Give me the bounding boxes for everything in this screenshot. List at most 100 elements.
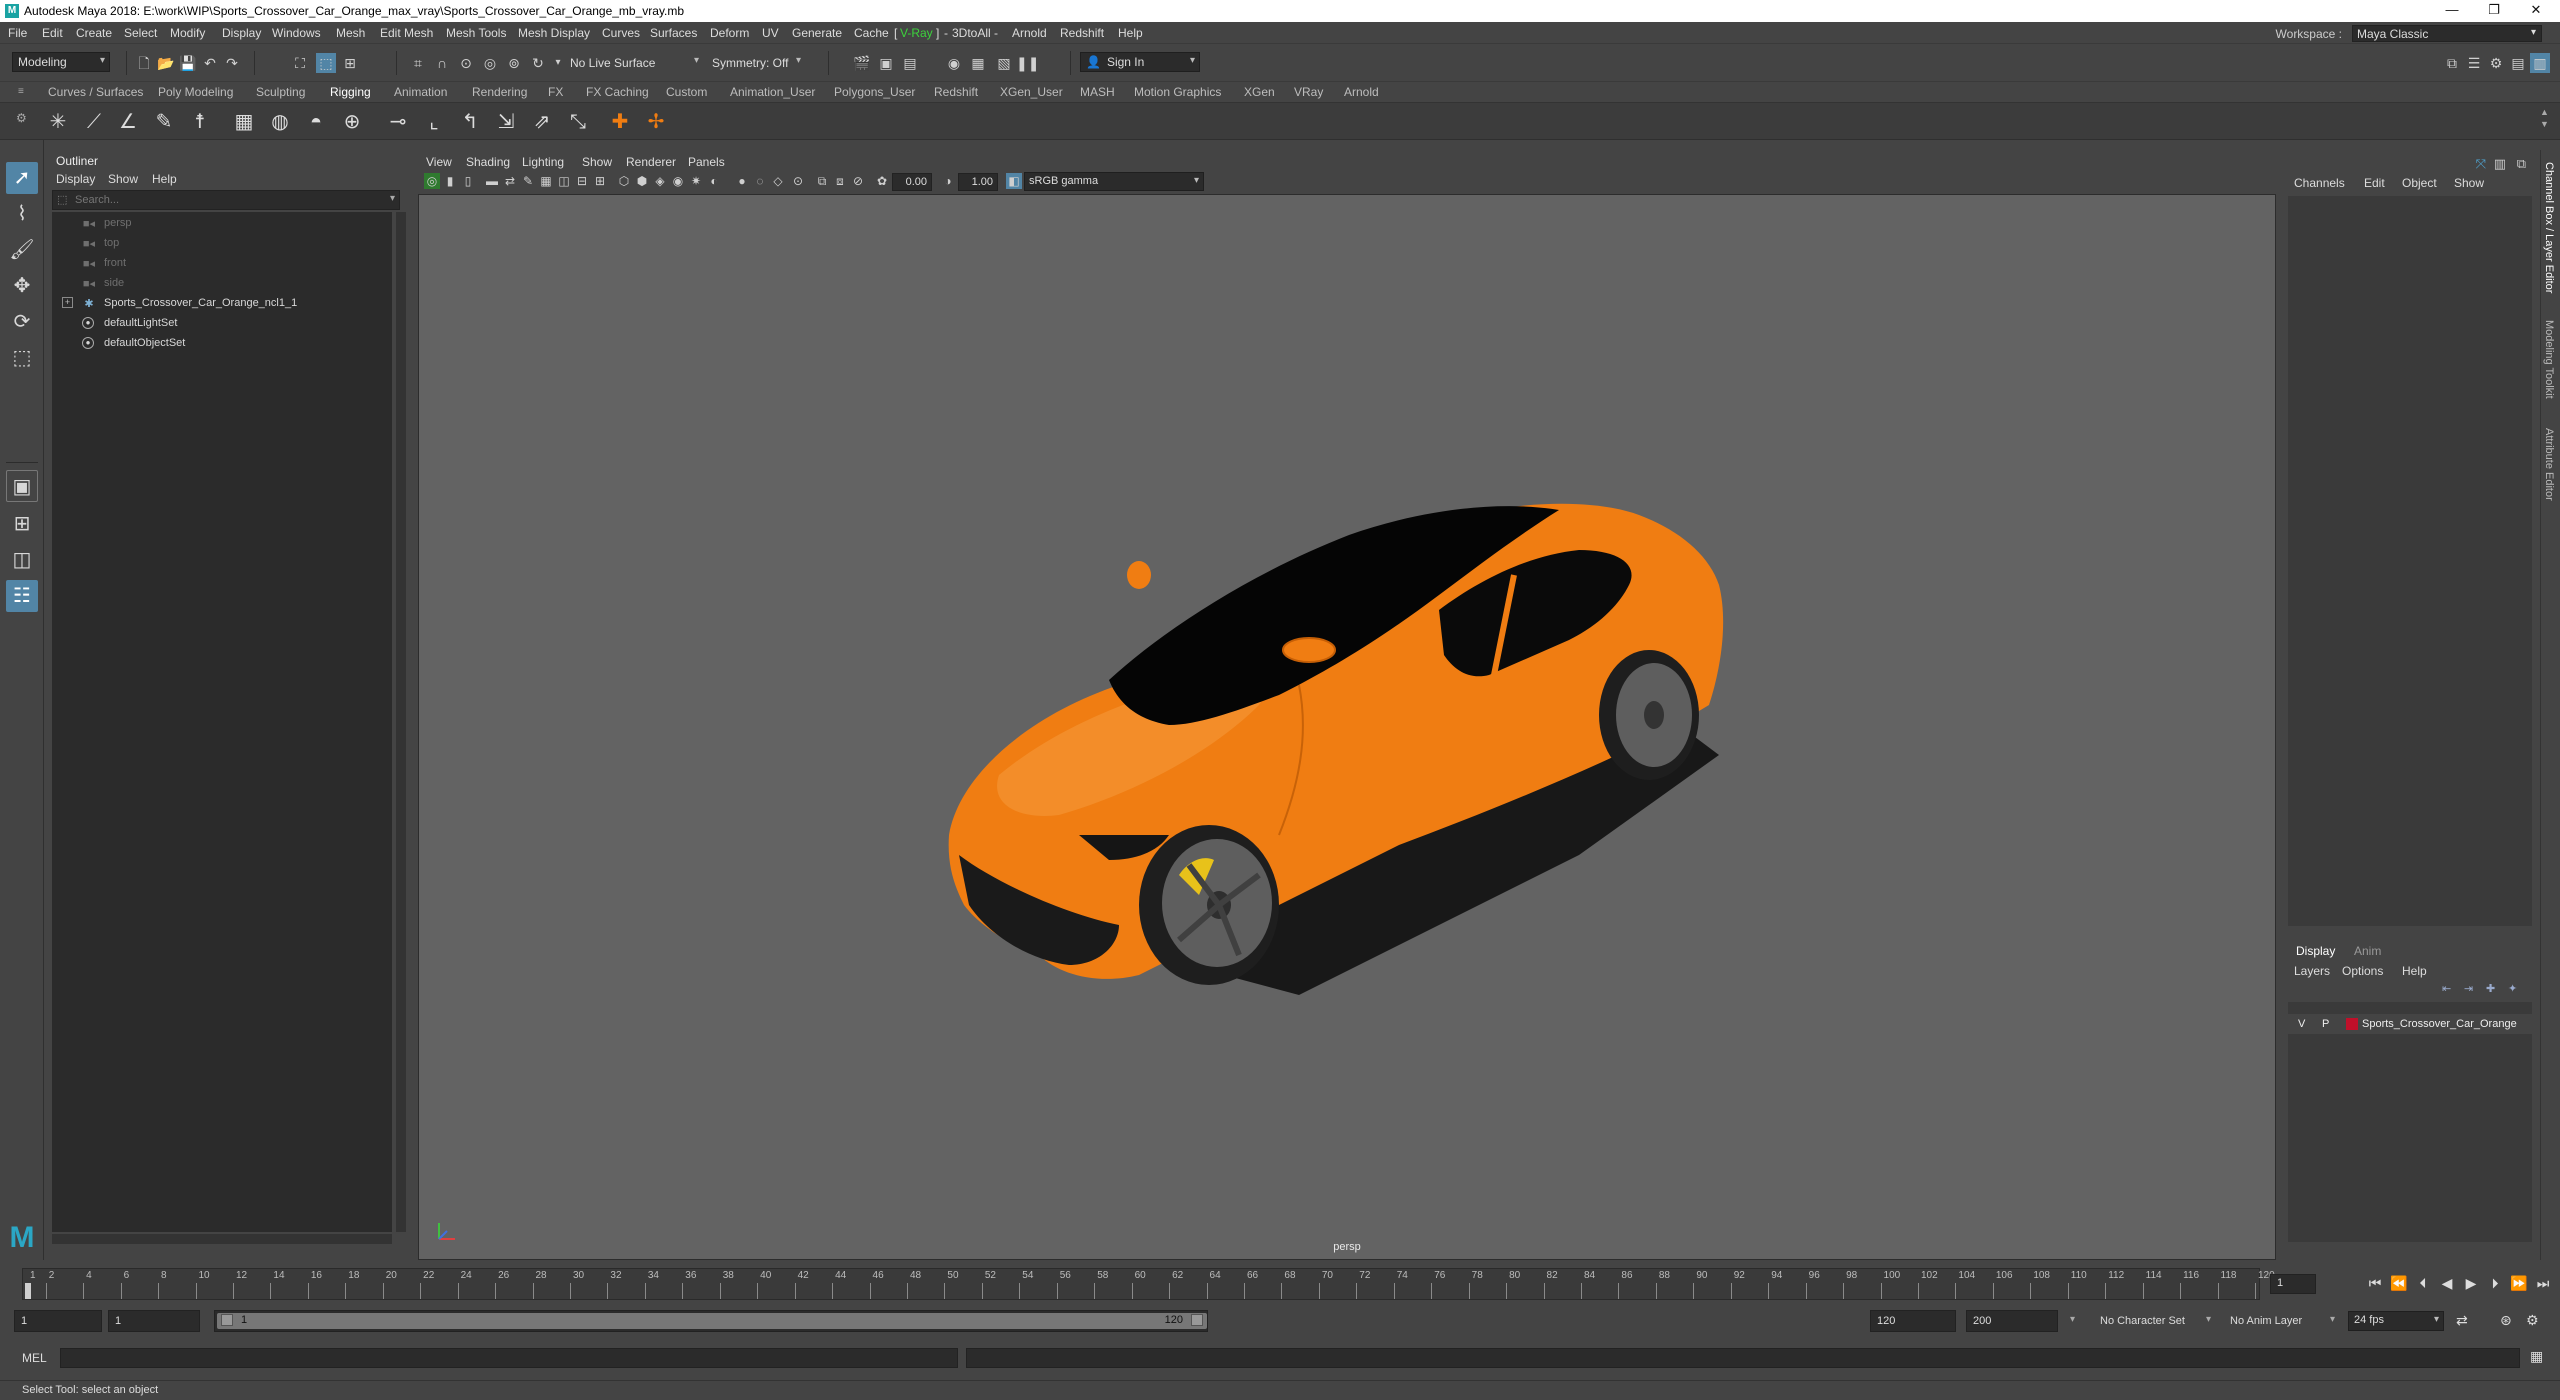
perspective-viewport[interactable]: persp — [418, 194, 2276, 1260]
layer-tab-display[interactable]: Display — [2296, 944, 2335, 958]
menu-file[interactable]: File — [8, 26, 27, 40]
menu-deform[interactable]: Deform — [710, 26, 749, 40]
channel-box-menu-channels[interactable]: Channels — [2294, 176, 2345, 190]
shelf-tab-arnold[interactable]: Arnold — [1344, 85, 1379, 99]
play-backwards-icon[interactable]: ◀ — [2438, 1274, 2456, 1292]
menu-generate[interactable]: Generate — [792, 26, 842, 40]
point-constraint-icon[interactable]: ⌞ — [420, 109, 448, 135]
range-start-handle-icon[interactable] — [221, 1314, 233, 1326]
new-empty-layer-icon[interactable]: ✚ — [2486, 982, 2495, 995]
select-tool-icon[interactable]: ➚ — [6, 162, 38, 194]
smooth-shade-icon[interactable]: ⬢ — [634, 173, 650, 189]
shelf-tab-fx[interactable]: FX — [548, 85, 563, 99]
aim-constraint-icon[interactable]: ⇗ — [528, 109, 556, 135]
select-hierarchy-icon[interactable]: ⛶ — [290, 53, 310, 73]
outliner-layout-icon[interactable]: ☷ — [6, 580, 38, 612]
menu-set-dropdown[interactable]: Modeling ▾ — [12, 52, 110, 72]
viewport-menu-show[interactable]: Show — [582, 155, 612, 169]
2d-pan-zoom-icon[interactable]: ⇄ — [502, 173, 518, 189]
select-camera-icon[interactable]: ◎ — [424, 173, 440, 189]
outliner-item-front[interactable]: ■◂ front — [52, 254, 392, 274]
outliner-item-side[interactable]: ■◂ side — [52, 274, 392, 294]
outliner-item-top[interactable]: ■◂ top — [52, 234, 392, 254]
locator-icon[interactable]: ✚ — [606, 109, 634, 135]
animation-preferences-icon[interactable]: ⚙ — [2526, 1312, 2539, 1329]
gamma-field[interactable]: 1.00 — [958, 173, 998, 191]
shelf-options-icon[interactable]: ⚙ — [16, 111, 27, 125]
shelf-tab-vray[interactable]: VRay — [1294, 85, 1323, 99]
live-surface-label[interactable]: No Live Surface — [570, 56, 655, 70]
pause-render-icon[interactable]: ❚❚ — [1016, 53, 1039, 73]
layer-name[interactable]: Sports_Crossover_Car_Orange — [2362, 1018, 2517, 1030]
car-model[interactable] — [879, 475, 1779, 1075]
outliner-item-default-light-set[interactable]: ● defaultLightSet — [52, 314, 392, 334]
chevron-down-icon[interactable]: ▾ — [2206, 1314, 2211, 1325]
playback-start-field[interactable]: 1 — [108, 1310, 200, 1332]
gate-mask-icon[interactable]: ⊞ — [592, 173, 608, 189]
outliner-search-input[interactable] — [75, 192, 375, 208]
scale-constraint-icon[interactable]: ⇲ — [492, 109, 520, 135]
menu-select[interactable]: Select — [124, 26, 157, 40]
menu-mesh-display[interactable]: Mesh Display — [518, 26, 590, 40]
film-gate-icon[interactable]: ◫ — [556, 173, 572, 189]
timeline[interactable]: 1 2 4 6 8 10 12 14 16 18 20 22 24 26 28 30 32 34 36 38 40 42 4… — [22, 1268, 2275, 1300]
symmetry-label[interactable]: Symmetry: Off — [712, 56, 788, 70]
channel-box-menu-edit[interactable]: Edit — [2364, 176, 2385, 190]
shelf-tab-curves-surfaces[interactable]: Curves / Surfaces — [48, 85, 143, 99]
shelf-tab-rendering[interactable]: Rendering — [472, 85, 527, 99]
menu-modify[interactable]: Modify — [170, 26, 205, 40]
menu-mesh-tools[interactable]: Mesh Tools — [446, 26, 506, 40]
resolution-gate-icon[interactable]: ⊟ — [574, 173, 590, 189]
toggle-modeling-toolkit-icon[interactable]: ⧉ — [2442, 53, 2462, 73]
sculpt-deformer-icon[interactable]: ⊕ — [338, 109, 366, 135]
outliner-menu-show[interactable]: Show — [108, 172, 138, 186]
motion-blur-icon[interactable]: ◌ — [752, 173, 768, 189]
toggle-attribute-editor-icon[interactable]: ☰ — [2464, 53, 2484, 73]
current-frame-marker[interactable] — [25, 1283, 31, 1299]
menu-arnold[interactable]: Arnold — [1012, 26, 1047, 40]
shelf-tab-redshift[interactable]: Redshift — [934, 85, 978, 99]
channel-box-pin-icon[interactable]: ⤧ — [2476, 156, 2486, 172]
outliner-item-car-group[interactable]: + ✱ Sports_Crossover_Car_Orange_ncl1_1 — [52, 294, 392, 314]
layer-menu-help[interactable]: Help — [2402, 964, 2427, 978]
menu-uv[interactable]: UV — [762, 26, 779, 40]
side-by-side-layout-icon[interactable]: ◫ — [6, 544, 38, 576]
menu-vray[interactable]: V-Ray — [900, 26, 933, 40]
layer-color-swatch[interactable] — [2346, 1018, 2358, 1030]
chevron-down-icon[interactable]: ▾ — [390, 193, 395, 204]
camera-attributes-icon[interactable]: ▮ — [442, 173, 458, 189]
snap-curve-icon[interactable]: ∩ — [432, 53, 452, 73]
snap-rotate-icon[interactable]: ↻ — [528, 53, 548, 73]
close-button[interactable]: ✕ — [2516, 2, 2556, 20]
menu-redshift[interactable]: Redshift — [1060, 26, 1104, 40]
ik-handle-icon[interactable]: ⟋ — [80, 109, 108, 135]
vray-settings-icon[interactable]: ▧ — [994, 53, 1014, 73]
channel-box-menu-show[interactable]: Show — [2454, 176, 2484, 190]
command-language-toggle[interactable]: MEL — [22, 1351, 47, 1365]
new-scene-icon[interactable]: 🗋 — [134, 53, 154, 73]
grease-pencil-icon[interactable]: ✎ — [520, 173, 536, 189]
minimize-button[interactable]: — — [2432, 2, 2472, 20]
shelf-tab-animation[interactable]: Animation — [394, 85, 447, 99]
shelf-tab-motion-graphics[interactable]: Motion Graphics — [1134, 85, 1221, 99]
restore-button[interactable]: ❐ — [2474, 2, 2514, 20]
shadows-icon[interactable]: ◐ — [706, 173, 722, 189]
current-frame-field[interactable]: 1 — [2270, 1274, 2316, 1294]
image-plane-icon[interactable]: ▬ — [484, 173, 500, 189]
menu-surfaces[interactable]: Surfaces — [650, 26, 697, 40]
view-transform-dropdown[interactable]: sRGB gamma ▾ — [1024, 172, 1204, 191]
use-all-lights-icon[interactable]: ✷ — [688, 173, 704, 189]
wireframe-on-shaded-icon[interactable]: ◈ — [652, 173, 668, 189]
menu-edit-mesh[interactable]: Edit Mesh — [380, 26, 433, 40]
parent-constraint-icon[interactable]: ⊸ — [384, 109, 412, 135]
chevron-down-icon[interactable]: ▾ — [694, 55, 699, 66]
outliner-item-persp[interactable]: ■◂ persp — [52, 214, 392, 234]
shelf-scroll-down-icon[interactable]: ▼ — [2540, 119, 2549, 129]
anim-layer-dropdown[interactable]: No Anim Layer — [2230, 1315, 2302, 1327]
move-layer-up-icon[interactable]: ⇤ — [2442, 982, 2451, 995]
snap-view-plane-icon[interactable]: ◎ — [480, 53, 500, 73]
step-forward-frame-icon[interactable]: ⏵ — [2486, 1274, 2504, 1292]
snap-live-icon[interactable]: ⊚ — [504, 53, 524, 73]
orient-constraint-icon[interactable]: ↰ — [456, 109, 484, 135]
shelf-tab-fx-caching[interactable]: FX Caching — [586, 85, 649, 99]
